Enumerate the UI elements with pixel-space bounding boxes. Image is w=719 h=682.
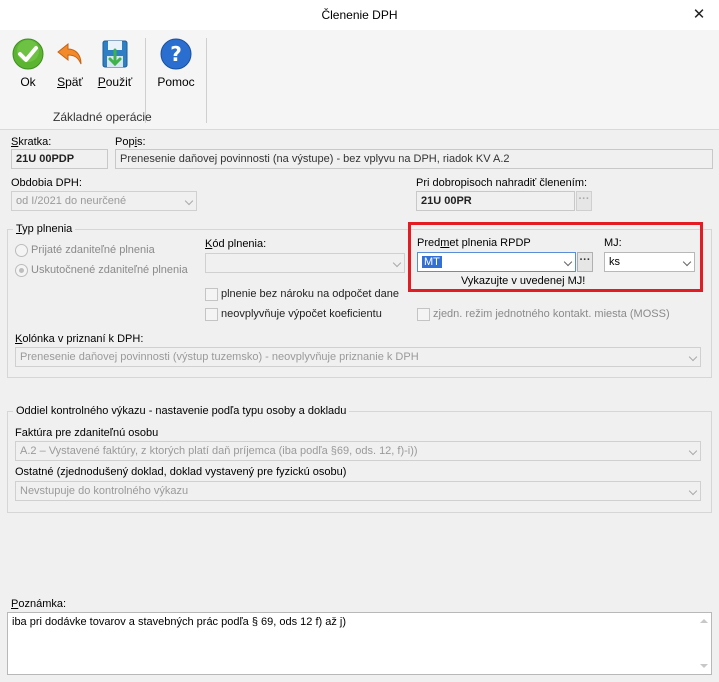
invoice-label: Faktúra pre zdaniteľnú osobu (15, 427, 159, 439)
apply-label: Použiť (97, 75, 133, 89)
supply-code-label: Kód plnenia: (205, 238, 267, 250)
scroll-up-icon[interactable] (700, 619, 708, 623)
svg-text:?: ? (170, 42, 182, 66)
shortcut-field[interactable]: 21U 00PDP (11, 149, 108, 169)
periods-value: od I/2021 do neurčené (16, 195, 127, 207)
invoice-select: A.2 – Vystavené faktúry, z ktorých platí… (15, 441, 701, 461)
description-field[interactable]: Prenesenie daňovej povinnosti (na výstup… (115, 149, 713, 169)
toolbar-group-label: Základné operácie (53, 110, 152, 124)
control-statement-title: Oddiel kontrolného výkazu - nastavenie p… (13, 405, 350, 417)
oss-label: zjedn. režim jednotného kontakt. miesta … (433, 308, 670, 320)
no-deduction-label: plnenie bez nároku na odpočet dane (221, 288, 399, 300)
received-label: Prijaté zdaniteľné plnenia (31, 244, 155, 256)
no-coefficient-label: neovplyvňuje výpočet koeficientu (221, 308, 382, 320)
scroll-down-icon[interactable] (700, 664, 708, 668)
oss-checkbox[interactable] (417, 308, 430, 321)
apply-button[interactable]: Použiť (94, 38, 136, 89)
no-coefficient-checkbox[interactable] (205, 308, 218, 321)
ok-label: Ok (20, 75, 36, 89)
ribbon-toolbar: Ok Späť Použiť ? Pomoc Základné operácie (0, 30, 719, 130)
window-title: Členenie DPH (321, 8, 398, 22)
note-label: Poznámka: (11, 598, 67, 610)
chevron-down-icon (688, 352, 698, 362)
performed-label: Uskutočnené zdaniteľné plnenia (31, 264, 188, 276)
note-textarea[interactable]: iba pri dodávke tovarov a stavebných prá… (7, 612, 712, 675)
chevron-down-icon (392, 258, 402, 268)
performed-radio[interactable] (15, 264, 28, 277)
shortcut-label: Skratka: (11, 136, 52, 148)
check-icon (12, 38, 44, 70)
note-text: iba pri dodávke tovarov a stavebných prá… (12, 616, 347, 628)
chevron-down-icon (688, 446, 698, 456)
help-button[interactable]: ? Pomoc (155, 38, 197, 89)
ok-button[interactable]: Ok (10, 38, 46, 89)
vat-column-value: Prenesenie daňovej povinnosti (výstup tu… (20, 351, 419, 363)
close-icon[interactable]: ✕ (688, 4, 710, 26)
periods-select: od I/2021 do neurčené (11, 191, 197, 211)
periods-label: Obdobia DPH: (11, 177, 82, 189)
back-arrow-icon (57, 42, 82, 65)
credit-replace-label: Pri dobropisoch nahradiť členením: (416, 177, 588, 189)
other-label: Ostatné (zjednodušený doklad, doklad vys… (15, 466, 347, 478)
supply-code-select (205, 253, 405, 273)
toolbar-divider-2 (206, 38, 207, 123)
chevron-down-icon (688, 486, 698, 496)
back-button[interactable]: Späť (52, 38, 88, 89)
help-label: Pomoc (157, 75, 195, 89)
help-icon: ? (160, 38, 192, 70)
vat-column-label: Kolónka v priznaní k DPH: (15, 333, 144, 345)
other-select: Nevstupuje do kontrolného výkazu (15, 481, 701, 501)
other-value: Nevstupuje do kontrolného výkazu (20, 485, 189, 497)
save-download-icon (102, 40, 128, 68)
back-label: Späť (57, 75, 83, 89)
no-deduction-checkbox[interactable] (205, 288, 218, 301)
supply-type-title: Typ plnenia (13, 223, 76, 235)
credit-replace-field[interactable]: 21U 00PR (416, 191, 575, 211)
highlight-frame (408, 222, 703, 292)
ellipsis-icon: ··· (578, 193, 590, 205)
title-bar: Členenie DPH ✕ (0, 0, 719, 30)
vat-column-select: Prenesenie daňovej povinnosti (výstup tu… (15, 347, 701, 367)
description-label: Popis: (115, 136, 146, 148)
chevron-down-icon (184, 196, 194, 206)
invoice-value: A.2 – Vystavené faktúry, z ktorých platí… (20, 445, 418, 457)
credit-replace-browse-button[interactable]: ··· (576, 191, 592, 211)
received-radio[interactable] (15, 244, 28, 257)
